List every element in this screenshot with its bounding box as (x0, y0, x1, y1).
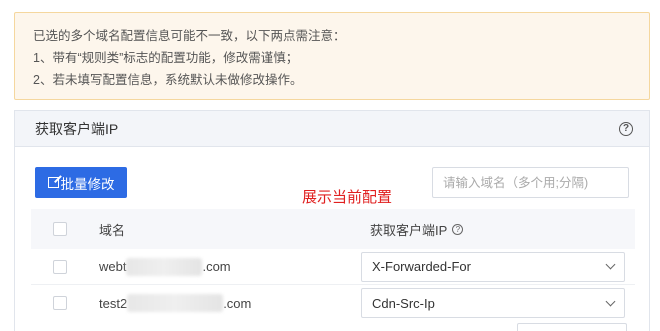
row-checkbox[interactable] (53, 296, 67, 310)
header-client-ip-label: 获取客户端IP (370, 222, 448, 238)
redacted-blur (127, 294, 224, 312)
client-ip-select[interactable]: X-Forwarded-For (361, 251, 625, 282)
panel-title: 获取客户端IP (35, 120, 119, 137)
client-ip-value: X-Forwarded-For (372, 259, 471, 274)
question-circle-icon[interactable]: ? (452, 223, 464, 235)
domain-search-input[interactable] (432, 167, 629, 198)
notice-line: 1、带有“规则类”标志的配置功能，修改需谨慎； (33, 51, 299, 65)
redacted-blur (126, 257, 203, 276)
notice-box: 已选的多个域名配置信息可能不一致，以下两点需注意： 1、带有“规则类”标志的配置… (14, 12, 650, 100)
client-ip-select[interactable]: Cdn-Src-Ip (361, 288, 625, 318)
row-domain: webt .com (99, 257, 231, 276)
notice-line: 已选的多个域名配置信息可能不一致，以下两点需注意： (33, 29, 346, 43)
domain-suffix: .com (202, 259, 231, 274)
table-row: webt .com X-Forwarded-For (31, 249, 635, 285)
batch-edit-button[interactable]: 批量修改 (35, 167, 127, 198)
header-domain: 域名 (99, 222, 126, 238)
chevron-down-icon (605, 259, 616, 270)
question-circle-icon[interactable]: ? (619, 121, 633, 136)
edit-icon (47, 177, 59, 188)
partial-next-element (517, 323, 627, 331)
row-checkbox[interactable] (53, 259, 67, 274)
table-row: test2 .com Cdn-Src-Ip (31, 285, 635, 321)
header-client-ip: 获取客户端IP ? (370, 220, 464, 239)
client-ip-value: Cdn-Src-Ip (372, 295, 435, 311)
table-header: 域名 获取客户端IP ? (31, 209, 635, 249)
chevron-down-icon (605, 296, 616, 306)
notice-line: 2、若未填写配置信息，系统默认未做修改操作。 (33, 73, 303, 87)
domain-config-table: 域名 获取客户端IP ? webt .com X-Forwarded-For t… (31, 209, 635, 321)
panel-header: 获取客户端IP ? (15, 111, 649, 147)
annotation-label: 展示当前配置 (302, 189, 393, 206)
batch-edit-label: 批量修改 (60, 176, 115, 192)
row-domain: test2 .com (99, 294, 251, 312)
select-all-checkbox[interactable] (53, 222, 67, 236)
client-ip-panel: 获取客户端IP ? 批量修改 展示当前配置 域名 获取客户端IP ? webt … (14, 110, 650, 331)
domain-prefix: test2 (99, 295, 128, 311)
domain-prefix: webt (99, 259, 127, 274)
domain-suffix: .com (223, 295, 252, 311)
